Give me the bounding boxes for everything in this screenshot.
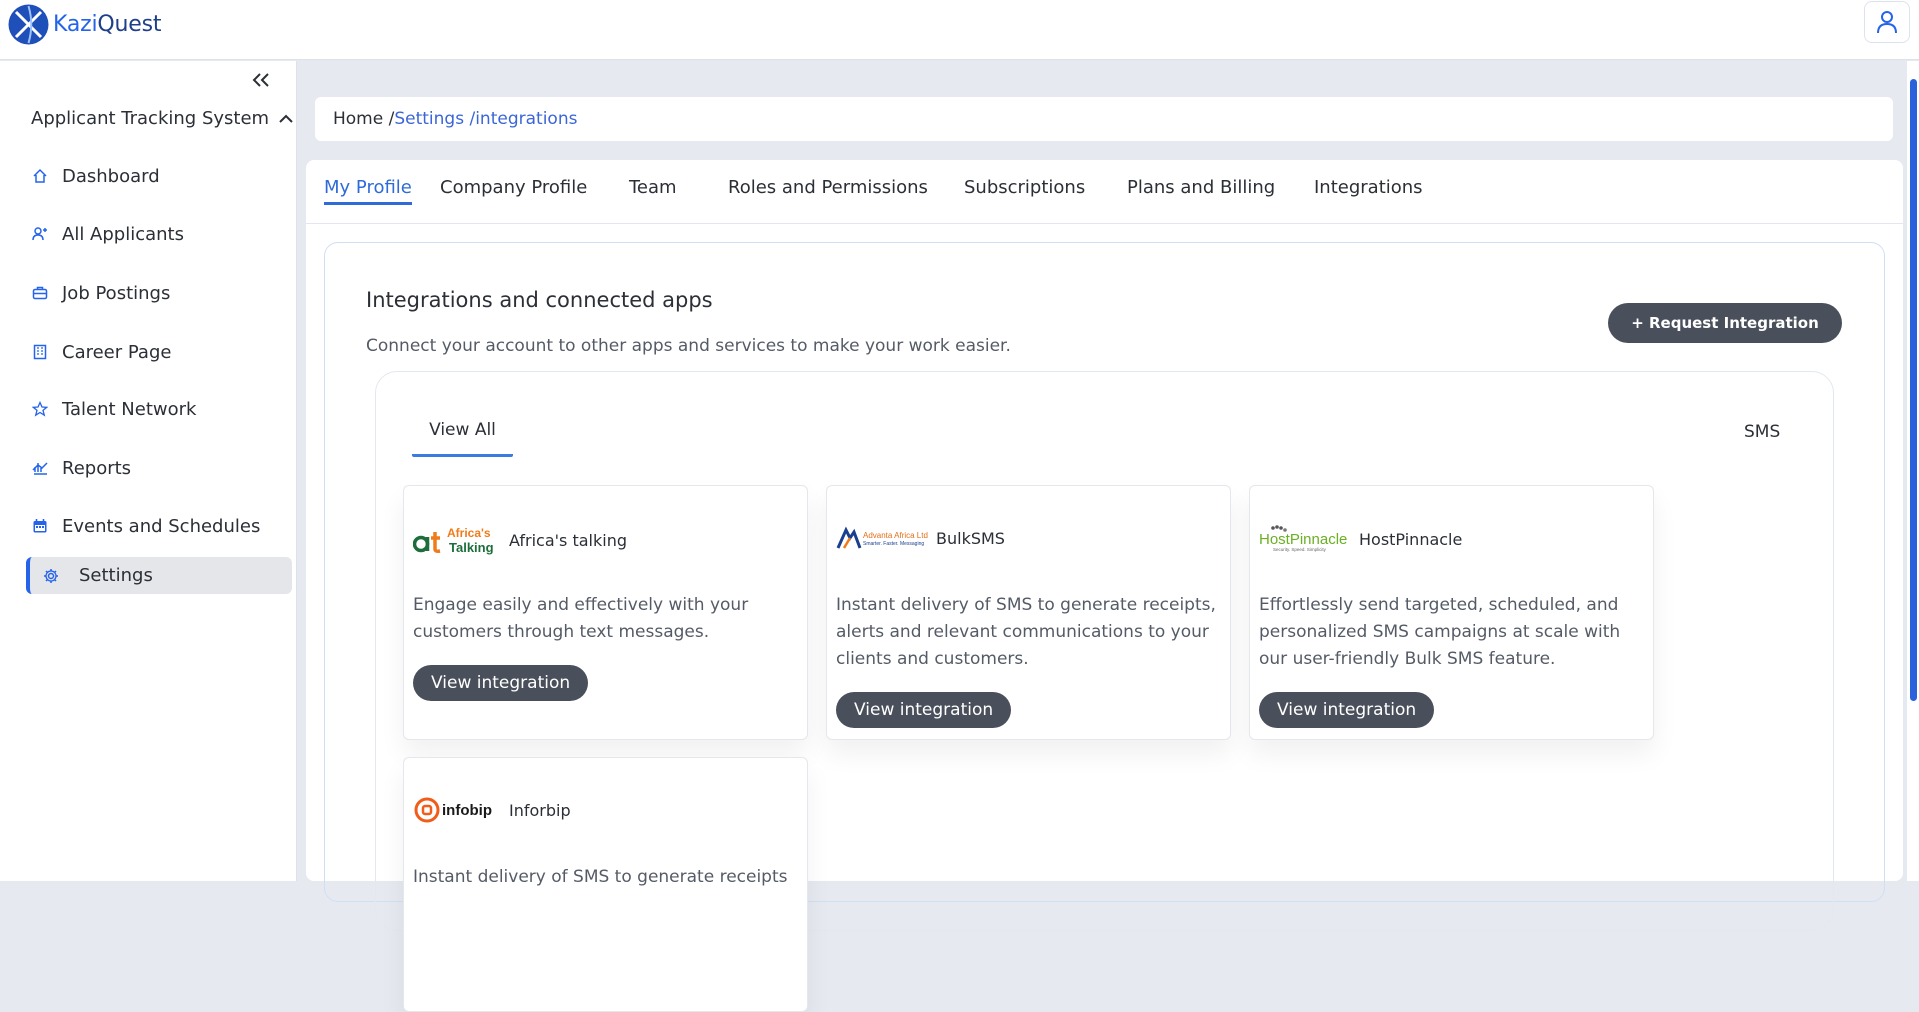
chart-icon [31,459,49,477]
scrollbar-thumb[interactable] [1910,79,1917,701]
integration-card-hostpinnacle: HostPinnacle Security. Speed. Simplicity… [1249,485,1654,740]
page-scrollbar[interactable] [1907,61,1919,881]
sidebar-item-dashboard[interactable]: Dashboard [31,158,160,194]
infobip-logo-icon: infobip [414,797,492,823]
tab-integrations[interactable]: Integrations [1314,177,1423,198]
svg-text:Africa's: Africa's [447,526,491,540]
calendar-icon [31,517,49,535]
tab-team[interactable]: Team [629,177,677,198]
section-label: Applicant Tracking System [31,108,270,129]
svg-text:Security. Speed. Simplicity: Security. Speed. Simplicity [1273,547,1327,552]
integration-card-infobip: infobip Inforbip Instant delivery of SMS… [403,757,808,1012]
chevrons-left-icon [252,73,269,87]
user-icon [1877,11,1897,34]
africas-talking-logo-icon: Africa's Talking [413,526,494,555]
sidebar-item-settings[interactable]: Settings [26,557,292,594]
svg-text:Smarter. Faster. Messaging: Smarter. Faster. Messaging [863,541,924,547]
sidebar-item-label: Dashboard [62,165,160,187]
breadcrumb: Home / Settings / integrations [315,97,1893,141]
view-integration-button[interactable]: View integration [413,665,589,701]
card-title: Inforbip [509,800,571,820]
sidebar-item-label: Job Postings [62,282,171,304]
panel-title: Integrations and connected apps [366,288,713,312]
tab-company-profile[interactable]: Company Profile [440,177,587,198]
breadcrumb-home[interactable]: Home / [333,109,394,129]
chevron-up-icon [279,114,293,123]
card-title: Africa's talking [509,530,627,550]
integrations-list: View All SMS Africa's Talking Africa's t… [375,371,1834,1012]
tab-subscriptions[interactable]: Subscriptions [964,177,1085,198]
sidebar-section-ats[interactable]: Applicant Tracking System [31,108,293,129]
briefcase-icon [31,284,49,302]
sidebar-item-label: Reports [62,457,132,479]
card-description: Instant delivery of SMS to generate rece… [413,867,788,887]
integrations-panel: Integrations and connected apps Connect … [324,242,1885,1012]
filter-sms[interactable]: SMS [1744,422,1780,442]
card-title: HostPinnacle [1359,529,1463,549]
breadcrumb-settings[interactable]: Settings / [394,109,475,129]
tab-my-profile[interactable]: My Profile [324,177,412,205]
sidebar-item-label: Events and Schedules [62,515,261,537]
sidebar-item-reports[interactable]: Reports [31,450,131,486]
advanta-logo-icon: Advanta Africa Ltd Smarter. Faster. Mess… [836,526,928,549]
card-header: Africa's Talking Africa's talking [413,524,627,556]
card-header: Advanta Africa Ltd Smarter. Faster. Mess… [836,524,1005,552]
view-integration-button[interactable]: View integration [1259,692,1435,728]
home-icon [31,167,49,185]
card-description: Engage easily and effectively with your … [413,595,749,642]
card-header: HostPinnacle Security. Speed. Simplicity… [1259,524,1462,554]
integration-card-bulksms: Advanta Africa Ltd Smarter. Faster. Mess… [826,485,1231,740]
collapse-sidebar-button[interactable] [250,69,272,91]
settings-card: My Profile Company Profile Team Roles an… [306,160,1903,1012]
sidebar-item-label: Settings [79,565,153,586]
sidebar-item-label: Career Page [62,341,172,363]
card-title: BulkSMS [936,528,1005,548]
sidebar-item-all-applicants[interactable]: All Applicants [31,216,184,252]
panel-subtitle: Connect your account to other apps and s… [366,336,1011,356]
filter-view-all[interactable]: View All [412,420,513,457]
svg-text:Advanta Africa Ltd: Advanta Africa Ltd [863,531,928,540]
users-icon [31,225,49,243]
top-bar: KaziQuest [0,0,1919,60]
star-icon [31,400,49,418]
sidebar-item-career-page[interactable]: Career Page [31,334,171,370]
svg-text:infobip: infobip [442,802,492,819]
sidebar-item-label: Talent Network [62,398,197,420]
tab-plans-billing[interactable]: Plans and Billing [1127,177,1275,198]
logo-icon [8,4,49,45]
app-logo[interactable]: KaziQuest [8,4,161,45]
card-description: Instant delivery of SMS to generate rece… [836,595,1216,669]
sidebar-item-events[interactable]: Events and Schedules [31,508,260,544]
sidebar-item-label: All Applicants [62,223,184,245]
sidebar-item-talent-network[interactable]: Talent Network [31,391,196,427]
user-profile-button[interactable] [1864,1,1910,43]
integration-card-africas-talking: Africa's Talking Africa's talking Engage… [403,485,808,740]
breadcrumb-current: integrations [475,109,578,129]
card-header: infobip Inforbip [413,796,571,824]
building-icon [31,343,49,361]
gear-icon [42,567,60,585]
brand-name: KaziQuest [53,12,162,37]
settings-tabs: My Profile Company Profile Team Roles an… [306,160,1903,224]
hostpinnacle-logo-icon: HostPinnacle Security. Speed. Simplicity [1259,525,1347,552]
card-description: Effortlessly send targeted, scheduled, a… [1259,595,1621,669]
sidebar-item-job-postings[interactable]: Job Postings [31,275,170,311]
svg-text:Talking: Talking [449,540,494,555]
tab-roles-permissions[interactable]: Roles and Permissions [728,177,928,198]
request-integration-button[interactable]: + Request Integration [1608,303,1842,343]
view-integration-button[interactable]: View integration [836,692,1012,728]
svg-text:HostPinnacle: HostPinnacle [1259,531,1347,548]
sidebar: Applicant Tracking System Dashboard All … [0,61,297,881]
